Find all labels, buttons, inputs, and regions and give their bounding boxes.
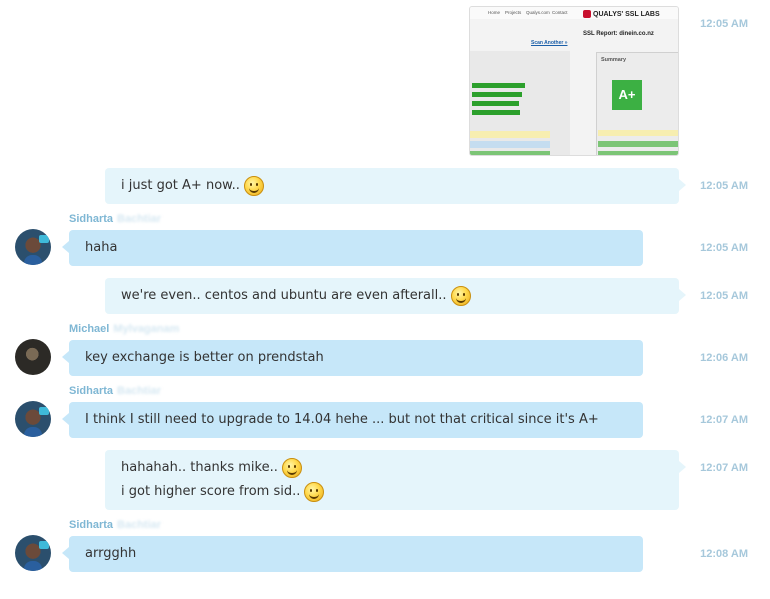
outgoing-message[interactable]: we're even.. centos and ubuntu are even …	[105, 278, 686, 314]
message-timestamp: 12:07 AM	[700, 462, 748, 474]
message-timestamp: 12:07 AM	[700, 414, 748, 426]
message-text: i just got A+ now..	[121, 178, 240, 193]
message-line: i got higher score from sid..	[121, 480, 663, 504]
note-bar	[470, 131, 550, 138]
message-line: hahahah.. thanks mike..	[121, 456, 663, 480]
bubble-tail	[62, 413, 69, 425]
summary-title: Summary	[601, 57, 627, 63]
avatar[interactable]	[15, 229, 51, 265]
qualys-shield-icon	[583, 10, 591, 18]
qualys-logo: QUALYS' SSL LABS	[583, 10, 660, 18]
thumb-nav-projects: Projects	[505, 10, 522, 15]
message-text: arrgghh	[85, 546, 137, 561]
rating-bar	[472, 83, 525, 88]
smiley-emoticon-icon	[243, 175, 264, 196]
outgoing-message[interactable]: i just got A+ now..	[105, 168, 686, 204]
bubble-tail	[62, 351, 69, 363]
incoming-message[interactable]: arrgghh	[62, 536, 643, 572]
sender-name: Sidharta Bachtiar	[69, 213, 162, 225]
message-text: I think I still need to upgrade to 14.04…	[85, 412, 599, 427]
summary-note	[598, 130, 678, 136]
note-bar	[470, 151, 550, 155]
message-text: key exchange is better on prendstah	[85, 350, 324, 365]
thumb-nav-home: Home	[488, 10, 501, 15]
scan-another-link: Scan Another »	[531, 40, 568, 46]
thumb-nav-qualys: Qualys.com	[526, 10, 550, 15]
avatar[interactable]	[15, 339, 51, 375]
report-title: SSL Report: dinein.co.nz	[583, 31, 654, 37]
message-timestamp: 12:05 AM	[700, 180, 748, 192]
avatar[interactable]	[15, 535, 51, 571]
message-text: haha	[85, 240, 118, 255]
smiley-emoticon-icon	[304, 481, 325, 502]
message-timestamp: 12:05 AM	[700, 290, 748, 302]
summary-note	[598, 141, 678, 147]
message-timestamp: 12:08 AM	[700, 548, 748, 560]
rating-bar	[472, 92, 522, 97]
grade-badge: A+	[612, 80, 642, 110]
rating-bar	[472, 110, 520, 115]
brand-text: QUALYS' SSL LABS	[593, 10, 660, 18]
message-timestamp: 12:05 AM	[700, 18, 748, 30]
smiley-emoticon-icon	[281, 457, 302, 478]
outgoing-message[interactable]: hahahah.. thanks mike.. i got higher sco…	[105, 450, 686, 510]
rating-bar	[472, 101, 519, 106]
sender-name: Sidharta Bachtiar	[69, 385, 162, 397]
message-timestamp: 12:05 AM	[700, 242, 748, 254]
summary-note	[598, 151, 678, 155]
sender-name: Sidharta Bachtiar	[69, 519, 162, 531]
incoming-message[interactable]: haha	[62, 230, 643, 266]
avatar[interactable]	[15, 401, 51, 437]
message-timestamp: 12:06 AM	[700, 352, 748, 364]
bubble-tail	[62, 241, 69, 253]
sender-name: Michael Mylvaganam	[69, 323, 180, 335]
shared-screenshot-thumbnail[interactable]: Home Projects Qualys.com Contact QUALYS'…	[469, 6, 679, 156]
incoming-message[interactable]: key exchange is better on prendstah	[62, 340, 643, 376]
incoming-message[interactable]: I think I still need to upgrade to 14.04…	[62, 402, 643, 438]
bubble-tail	[62, 547, 69, 559]
note-bar	[470, 141, 550, 148]
message-text: we're even.. centos and ubuntu are even …	[121, 288, 447, 303]
smiley-emoticon-icon	[450, 285, 471, 306]
thumb-nav-contact: Contact	[552, 10, 568, 15]
